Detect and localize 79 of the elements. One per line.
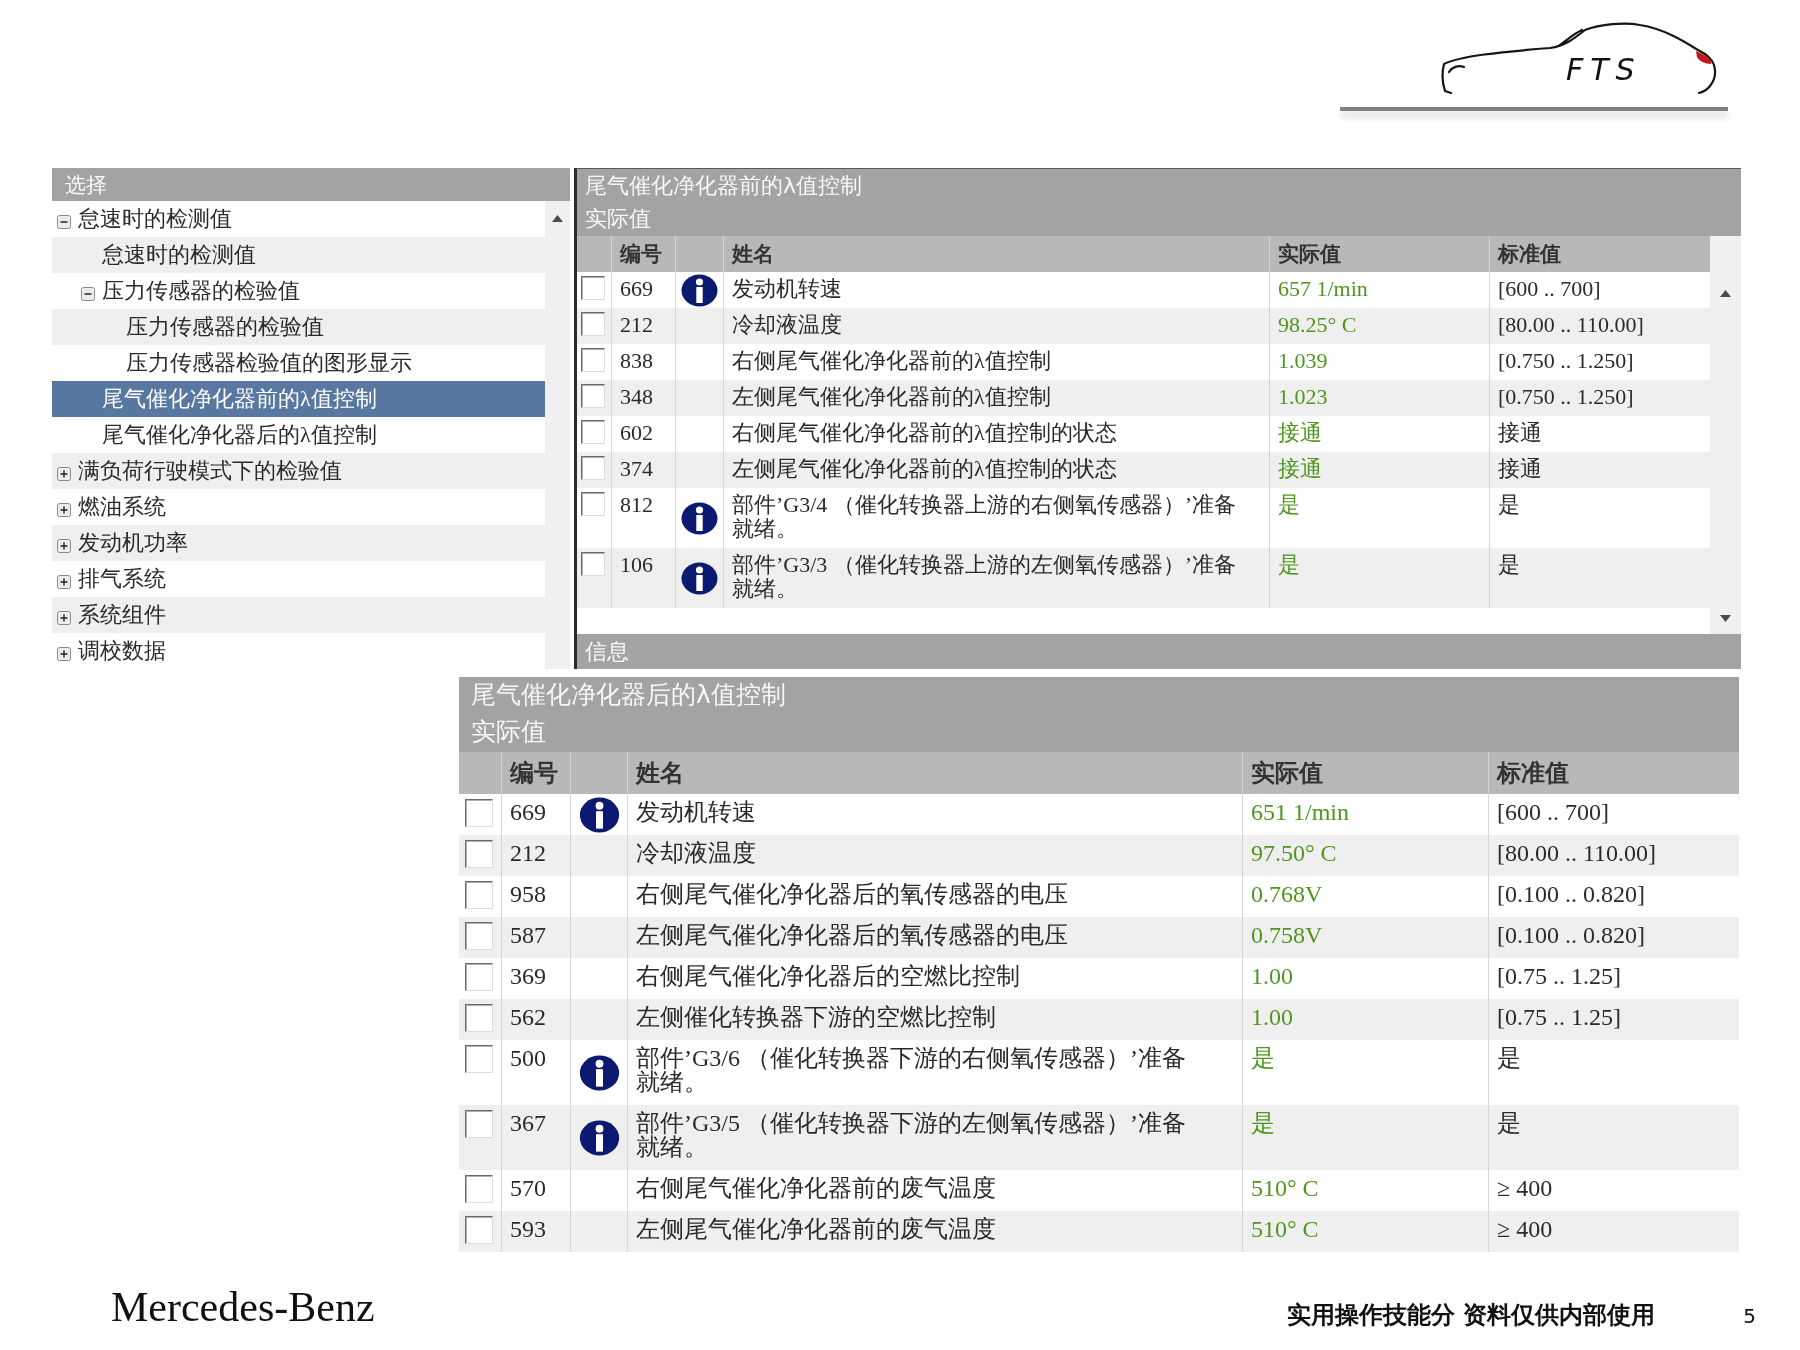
page-number: 5 (1743, 1303, 1756, 1330)
plus-box-icon[interactable] (57, 503, 71, 517)
standard-value-cell-text: [0.750 .. 1.250] (1497, 383, 1635, 411)
plus-box-icon[interactable] (57, 467, 71, 481)
standard-value-cell-text: [0.750 .. 1.250] (1497, 347, 1635, 375)
standard-value-cell-text: [0.75 .. 1.25] (1496, 962, 1622, 991)
tree-item[interactable]: 尾气催化净化器前的λ值控制 (52, 381, 545, 417)
checkbox[interactable] (465, 840, 493, 868)
standard-value-cell-text: [0.100 .. 0.820] (1496, 921, 1646, 950)
footer-note: 实用操作技能分 资料仅供内部使用 (1286, 1300, 1656, 1330)
info-icon[interactable] (681, 273, 718, 307)
tree-item[interactable]: 满负荷行驶模式下的检验值 (52, 453, 545, 489)
info-icon[interactable] (578, 1119, 620, 1156)
checkbox[interactable] (465, 1045, 493, 1073)
plus-box-icon[interactable] (57, 611, 71, 625)
checkbox[interactable] (581, 312, 605, 336)
checkbox[interactable] (581, 420, 605, 444)
checkbox[interactable] (465, 1004, 493, 1032)
tree-item[interactable]: 压力传感器的检验值 (52, 309, 545, 345)
actual-value-cell: 是 (1270, 548, 1490, 608)
standard-value-cell-text: 是 (1496, 1044, 1522, 1073)
scrollbar[interactable] (545, 201, 570, 669)
standard-value-cell-text: 接通 (1497, 419, 1543, 447)
checkbox[interactable] (465, 799, 493, 827)
standard-value-cell-text: [600 .. 700] (1497, 275, 1602, 303)
checkbox[interactable] (465, 881, 493, 909)
tree-item[interactable]: 发动机功率 (52, 525, 545, 561)
scroll-up-icon[interactable] (1720, 290, 1731, 297)
actual-value-cell: 510° C (1243, 1211, 1489, 1252)
checkbox[interactable] (465, 922, 493, 950)
standard-value-cell-text: [600 .. 700] (1496, 798, 1610, 827)
standard-value-cell-text: [80.00 .. 110.00] (1496, 839, 1658, 868)
checkbox[interactable] (465, 1175, 493, 1203)
checkbox[interactable] (581, 552, 605, 576)
checkbox[interactable] (465, 963, 493, 991)
section-subtitle: 实际值 (585, 205, 651, 233)
checkbox[interactable] (581, 348, 605, 372)
panel-title: 选择 (65, 171, 107, 199)
checkbox[interactable] (465, 1216, 493, 1244)
number-cell: 593 (502, 1211, 571, 1252)
column-header: 标准值 (1496, 241, 1562, 268)
standard-value-cell-text: 接通 (1497, 455, 1543, 483)
minus-box-icon[interactable] (57, 215, 71, 229)
tree-item[interactable]: 怠速时的检测值 (52, 237, 545, 273)
info-icon[interactable] (578, 1054, 620, 1091)
standard-value-cell-text: ≥ 400 (1496, 1174, 1554, 1203)
panel-title: 尾气催化净化器前的λ值控制 (585, 172, 863, 200)
minus-box-icon[interactable] (81, 287, 95, 301)
info-icon[interactable] (681, 561, 718, 595)
brand-name: Mercedes-Benz (111, 1284, 375, 1330)
standard-value-cell-text: 是 (1497, 491, 1521, 519)
plus-box-icon[interactable] (57, 539, 71, 553)
info-icon[interactable] (681, 501, 718, 535)
standard-value-cell-text: 是 (1496, 1109, 1522, 1138)
scroll-up-icon[interactable] (552, 215, 563, 222)
standard-value-cell-text: ≥ 400 (1496, 1215, 1554, 1244)
standard-value-cell-text: [0.75 .. 1.25] (1496, 1003, 1622, 1032)
panel-title: 尾气催化净化器后的λ值控制 (471, 679, 786, 711)
name-cell: 左侧尾气催化净化器前的废气温度 (628, 1211, 1243, 1252)
plus-box-icon[interactable] (57, 575, 71, 589)
logo-text: FTS (1566, 52, 1642, 87)
plus-box-icon[interactable] (57, 647, 71, 661)
checkbox[interactable] (465, 1110, 493, 1138)
scroll-down-icon[interactable] (1720, 615, 1731, 622)
standard-value-cell-text: [80.00 .. 110.00] (1497, 311, 1645, 339)
name-cell: 部件’G3/3 （催化转换器上游的左侧氧传感器）’准备就绪。 (724, 548, 1270, 608)
checkbox[interactable] (581, 492, 605, 516)
checkbox[interactable] (581, 276, 605, 300)
standard-value-cell-text: 是 (1497, 551, 1521, 579)
number-cell: 106 (612, 548, 676, 608)
checkbox[interactable] (581, 384, 605, 408)
scrollbar[interactable] (1710, 236, 1741, 634)
section-subtitle: 实际值 (471, 716, 546, 748)
standard-value-cell-text: [0.100 .. 0.820] (1496, 880, 1646, 909)
column-header: 标准值 (1495, 758, 1570, 789)
tree-item[interactable]: 系统组件 (52, 597, 545, 633)
section-title: 信息 (585, 637, 629, 666)
checkbox[interactable] (581, 456, 605, 480)
info-icon[interactable] (578, 796, 620, 833)
